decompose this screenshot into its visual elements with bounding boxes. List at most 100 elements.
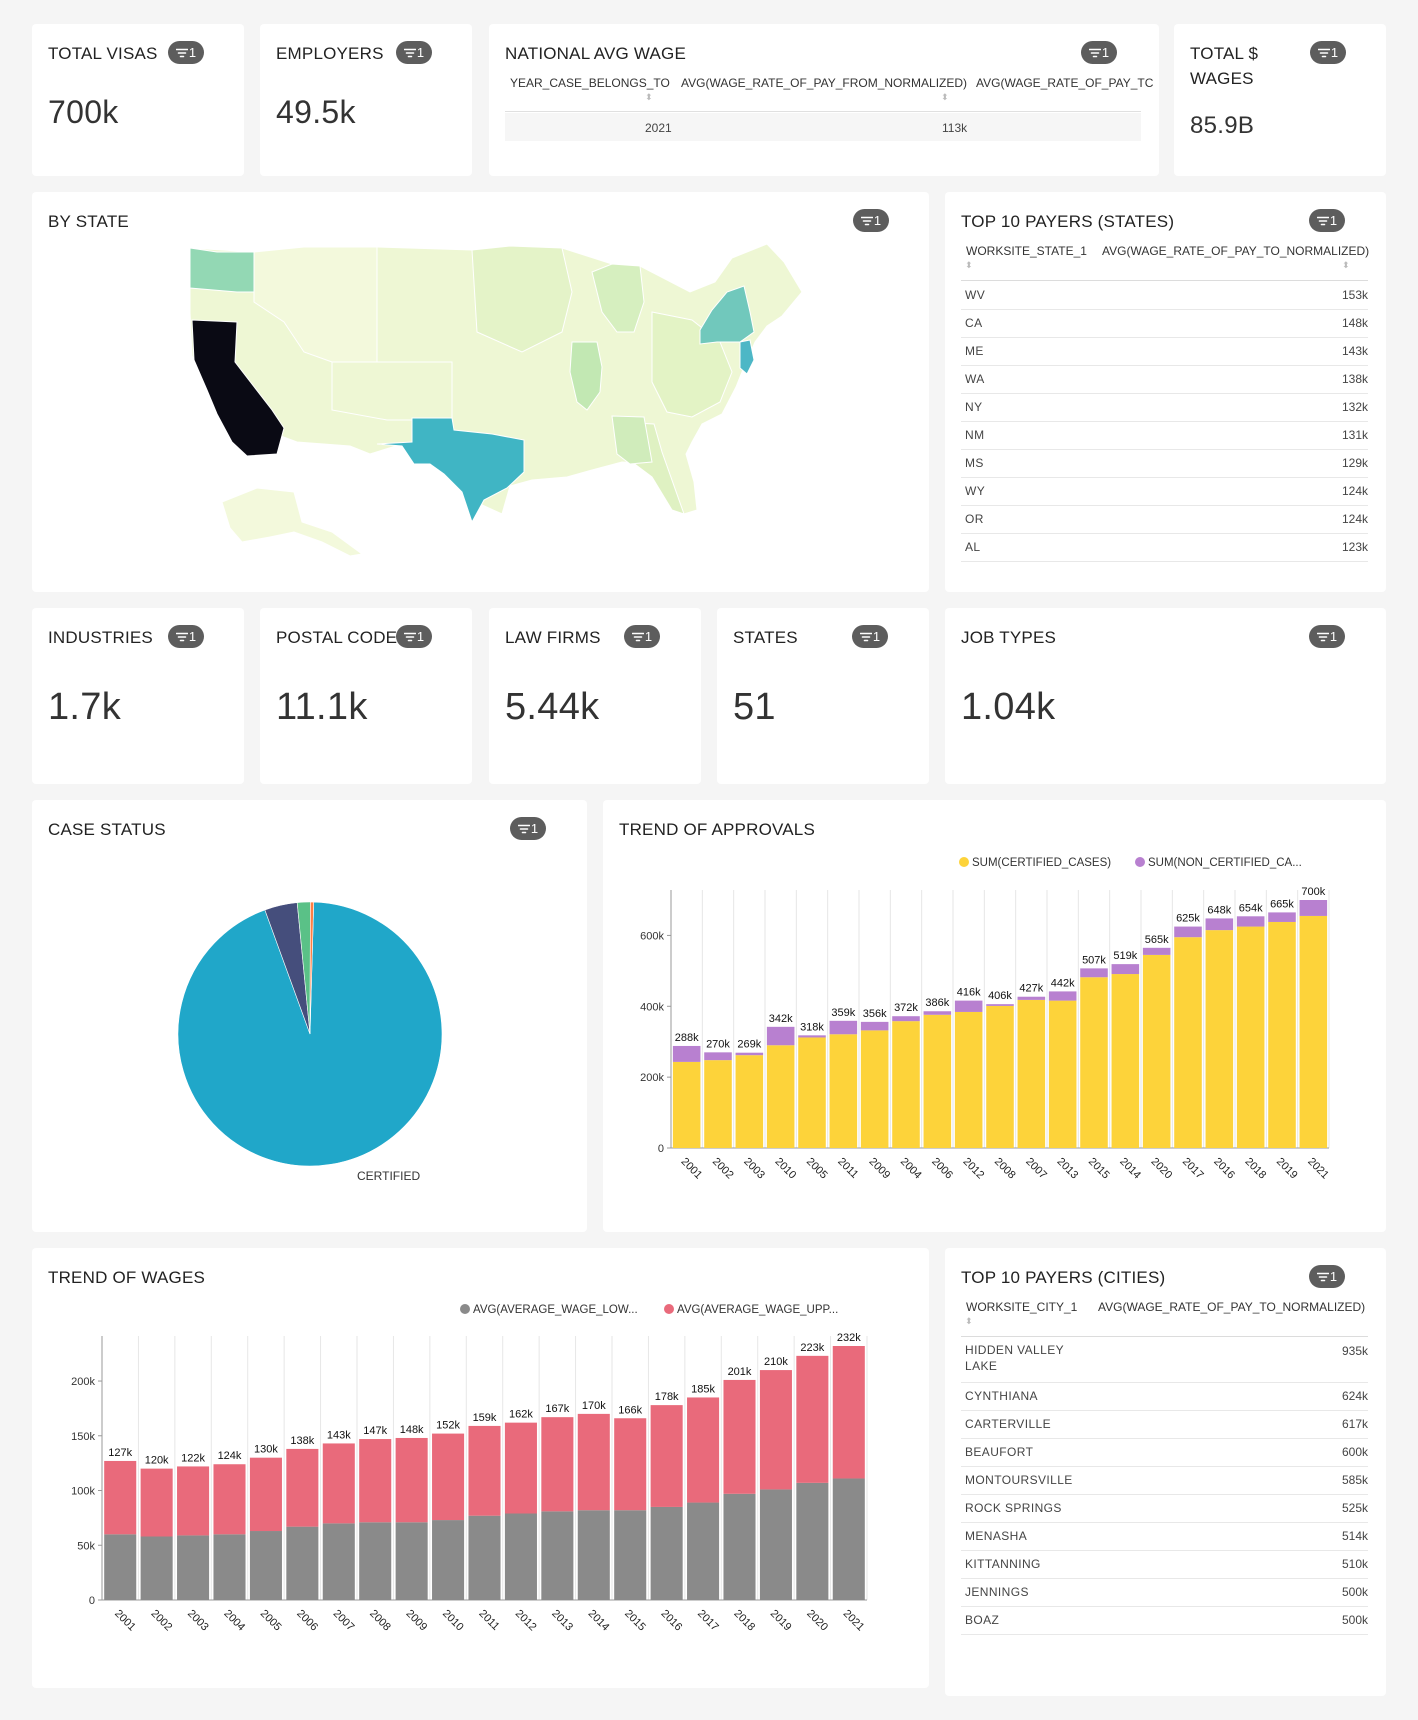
bar-total-label: 143k [327, 1429, 351, 1441]
case-status-pie-chart[interactable] [32, 800, 587, 1232]
card-title: JOB TYPES [961, 628, 1057, 647]
bar-segment [1111, 964, 1140, 975]
table-row: WV 153k [961, 281, 1368, 310]
table-cell: 2021 [645, 121, 672, 135]
filter-badge[interactable]: 1 [168, 625, 204, 648]
bar-total-label: 427k [1019, 983, 1043, 995]
map-state-alaska[interactable] [221, 487, 364, 557]
table-cell-value: 624k [1341, 1389, 1368, 1403]
filter-icon [1316, 216, 1329, 226]
x-tick-label: 2017 [1180, 1156, 1206, 1182]
bar-total-label: 130k [254, 1444, 278, 1456]
bar-segment [766, 1045, 795, 1148]
filter-badge[interactable]: 1 [1081, 41, 1117, 64]
bar-segment [1080, 977, 1108, 1148]
column-header[interactable]: AVG(WAGE_RATE_OF_PAY_TC [976, 76, 1153, 90]
x-tick-label: 2019 [1274, 1156, 1300, 1182]
sort-icon[interactable]: ⬍ [941, 92, 949, 103]
table-cell-key: OR [965, 512, 984, 526]
table-row: JENNINGS 500k [961, 1578, 1368, 1607]
top-cities-card: TOP 10 PAYERS (CITIES) 1 WORKSITE_CITY_1… [945, 1248, 1386, 1696]
filter-icon [631, 632, 644, 642]
card-title: EMPLOYERS [276, 44, 384, 63]
filter-badge[interactable]: 1 [396, 625, 432, 648]
big-number: 5.44k [505, 686, 600, 728]
bar-segment [1017, 999, 1046, 1148]
column-header[interactable]: AVG(WAGE_RATE_OF_PAY_FROM_NORMALIZED) [681, 76, 967, 90]
table-row: AL 123k [961, 533, 1368, 562]
filter-icon [175, 48, 188, 58]
x-tick-label: 2018 [731, 1608, 757, 1634]
x-tick-label: 2014 [586, 1608, 612, 1634]
employers-card: EMPLOYERS 1 49.5k [260, 24, 472, 176]
x-tick-label: 2011 [835, 1156, 860, 1181]
filter-badge[interactable]: 1 [396, 41, 432, 64]
table-cell-value: 500k [1341, 1585, 1368, 1599]
bar-segment [1205, 918, 1234, 931]
sort-icon[interactable]: ⬍ [965, 1316, 973, 1327]
x-tick-label: 2002 [710, 1156, 736, 1182]
map-state-washington[interactable] [189, 247, 255, 293]
bar-segment [735, 1052, 764, 1056]
table-cell-value: 525k [1341, 1501, 1368, 1515]
bar-total-label: 120k [145, 1455, 169, 1467]
table-cell-value: 153k [1341, 288, 1368, 302]
national-avg-wage-card: NATIONAL AVG WAGE 1 YEAR_CASE_BELONGS_TO… [489, 24, 1159, 176]
sort-icon[interactable]: ⬍ [965, 260, 973, 271]
bar-segment [286, 1526, 319, 1600]
x-tick-label: 2006 [294, 1608, 320, 1634]
table-cell-key: CYNTHIANA [965, 1389, 1038, 1403]
table-cell-value: 148k [1341, 316, 1368, 330]
filter-badge[interactable]: 1 [1309, 1265, 1345, 1288]
table-row: BEAUFORT 600k [961, 1438, 1368, 1467]
card-title: TOP 10 PAYERS (CITIES) [961, 1268, 1166, 1287]
filter-badge[interactable]: 1 [1309, 209, 1345, 232]
table-cell-value: 124k [1341, 512, 1368, 526]
column-header[interactable]: WORKSITE_STATE_1 [966, 244, 1087, 258]
wages-bar-chart[interactable]: 0 50k 100k 150k 200k 127k 2001 120k 2002 122k 2003… [32, 1248, 929, 1688]
sort-icon[interactable]: ⬍ [1342, 260, 1350, 271]
table-cell-value: 129k [1341, 456, 1368, 470]
x-tick-label: 2012 [513, 1608, 539, 1634]
table-cell-value: 617k [1341, 1417, 1368, 1431]
law-firms-card: LAW FIRMS 1 5.44k [489, 608, 701, 784]
bar-segment [541, 1511, 574, 1600]
table-row: CARTERVILLE 617k [961, 1410, 1368, 1439]
bar-segment [504, 1513, 537, 1600]
bar-segment [986, 1005, 1014, 1148]
bar-total-label: 232k [837, 1332, 861, 1344]
case-status-card: CASE STATUS 1 CERTIFIED [32, 800, 587, 1232]
bar-segment [796, 1482, 829, 1600]
bar-segment [829, 1034, 858, 1148]
sort-icon[interactable]: ⬍ [645, 92, 653, 103]
approvals-bar-chart[interactable]: 0 200k 400k 600k 288k 2001 270k 2002 269k 2003 342… [603, 800, 1386, 1232]
bar-segment [249, 1531, 282, 1600]
filter-badge[interactable]: 1 [852, 625, 888, 648]
table-cell-key: BOAZ [965, 1613, 1000, 1627]
x-tick-label: 2003 [185, 1608, 211, 1634]
filter-badge[interactable]: 1 [1310, 41, 1346, 64]
filter-icon [175, 632, 188, 642]
bar-total-label: 166k [618, 1404, 642, 1416]
x-tick-label: 2011 [476, 1608, 501, 1633]
column-header[interactable]: AVG(WAGE_RATE_OF_PAY_TO_NORMALIZED) [1102, 244, 1369, 258]
table-cell-value: 585k [1341, 1473, 1368, 1487]
us-state-map[interactable] [32, 192, 929, 592]
bar-segment [892, 1021, 920, 1148]
column-header[interactable]: WORKSITE_CITY_1 [966, 1300, 1077, 1314]
column-header[interactable]: AVG(WAGE_RATE_OF_PAY_TO_NORMALIZED) [1098, 1300, 1365, 1314]
bar-segment [614, 1510, 647, 1600]
bar-total-label: 159k [473, 1412, 497, 1424]
bar-segment [923, 1011, 952, 1015]
legend-marker [664, 1304, 674, 1314]
table-cell-key: AL [965, 540, 981, 554]
filter-badge[interactable]: 1 [1309, 625, 1345, 648]
column-header[interactable]: YEAR_CASE_BELONGS_TO [510, 76, 670, 90]
table-cell-value: 500k [1341, 1613, 1368, 1627]
filter-badge[interactable]: 1 [624, 625, 660, 648]
bar-total-label: 416k [957, 987, 981, 999]
filter-badge[interactable]: 1 [168, 41, 204, 64]
job-types-card: JOB TYPES 1 1.04k [945, 608, 1386, 784]
bar-total-label: 372k [894, 1002, 918, 1014]
table-cell-key: CA [965, 316, 983, 330]
